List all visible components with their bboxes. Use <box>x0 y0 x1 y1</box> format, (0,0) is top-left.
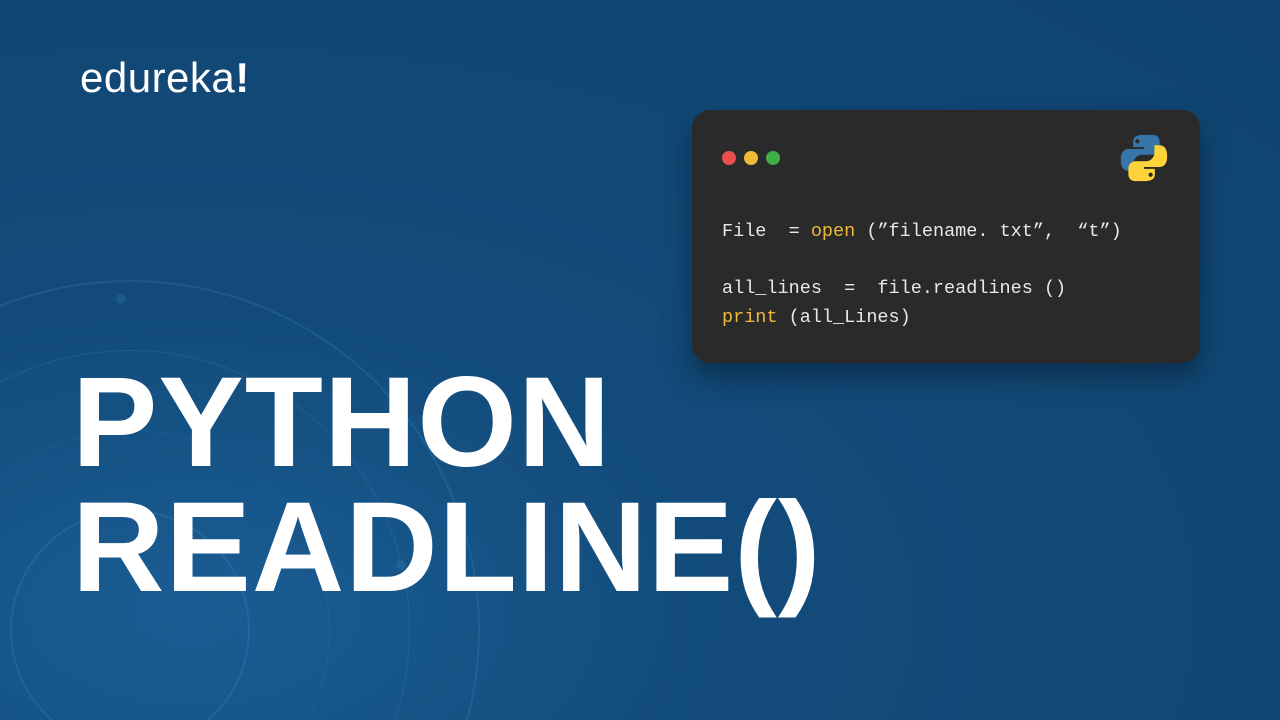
code-text: (all_Lines) <box>778 307 911 328</box>
code-text: File = <box>722 221 811 242</box>
close-icon <box>722 151 736 165</box>
code-text: (”filename. txt”, “t”) <box>855 221 1121 242</box>
code-window: File = open (”filename. txt”, “t”) all_l… <box>692 110 1200 363</box>
paren-open-icon: ( <box>734 485 778 610</box>
maximize-icon <box>766 151 780 165</box>
code-keyword-print: print <box>722 307 778 328</box>
headline-word: READLINE <box>72 476 734 619</box>
brand-logo: edureka! <box>80 54 250 102</box>
minimize-icon <box>744 151 758 165</box>
code-block: File = open (”filename. txt”, “t”) all_l… <box>722 218 1170 333</box>
code-window-titlebar <box>722 132 1170 184</box>
brand-name: edureka <box>80 54 235 101</box>
code-text: all_lines = file.readlines () <box>722 278 1066 299</box>
brand-bang: ! <box>235 54 250 101</box>
python-logo-icon <box>1118 132 1170 184</box>
code-keyword-open: open <box>811 221 855 242</box>
paren-close-icon: ) <box>778 485 822 610</box>
headline: PYTHON READLINE() <box>72 360 822 611</box>
headline-line2: READLINE() <box>72 485 822 610</box>
headline-line1: PYTHON <box>72 360 822 485</box>
traffic-light-dots <box>722 151 780 165</box>
